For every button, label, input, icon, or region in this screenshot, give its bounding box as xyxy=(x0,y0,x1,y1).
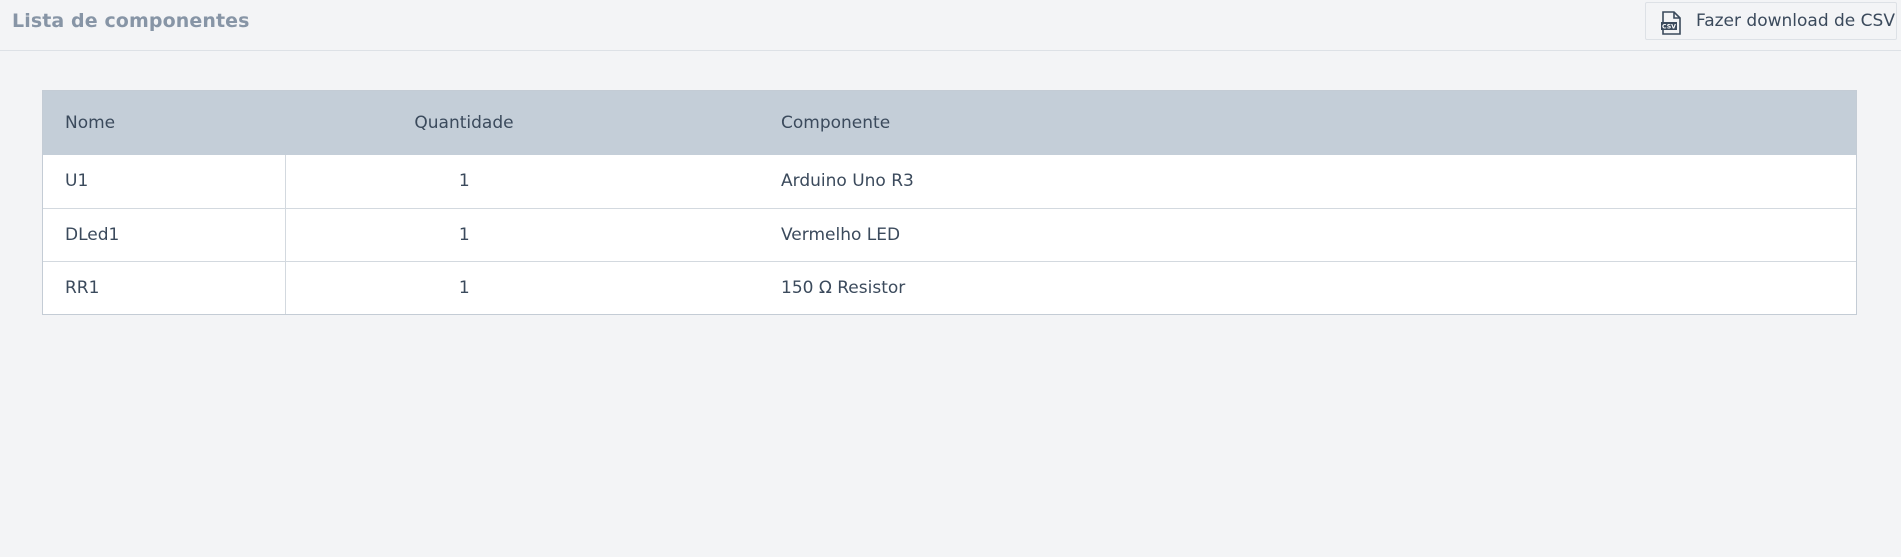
components-table: Nome Quantidade Componente U1 1 Arduino … xyxy=(42,90,1857,315)
table-row: RR1 1 150 Ω Resistor xyxy=(43,261,1856,314)
table-row: DLed1 1 Vermelho LED xyxy=(43,208,1856,261)
cell-component: Vermelho LED xyxy=(781,224,901,245)
table-row: U1 1 Arduino Uno R3 xyxy=(43,155,1856,208)
cell-quantity: 1 xyxy=(458,224,470,245)
cell-component: 150 Ω Resistor xyxy=(781,277,906,298)
column-header-componente: Componente xyxy=(781,113,891,133)
cell-name: RR1 xyxy=(43,261,286,314)
column-header-nome: Nome xyxy=(65,113,116,133)
cell-quantity: 1 xyxy=(458,277,470,298)
column-header-quantidade: Quantidade xyxy=(414,113,514,133)
page-title: Lista de componentes xyxy=(12,10,250,32)
cell-name: DLed1 xyxy=(43,208,286,261)
top-bar: Lista de componentes CSV Fazer download … xyxy=(0,0,1901,51)
svg-text:CSV: CSV xyxy=(1662,24,1676,31)
cell-component: Arduino Uno R3 xyxy=(781,171,914,192)
cell-name: U1 xyxy=(43,155,286,208)
download-csv-label: Fazer download de CSV xyxy=(1696,11,1895,31)
table-header-row: Nome Quantidade Componente xyxy=(43,91,1856,155)
cell-quantity: 1 xyxy=(458,171,470,192)
csv-file-icon: CSV xyxy=(1660,11,1682,35)
download-csv-button[interactable]: CSV Fazer download de CSV xyxy=(1645,2,1897,40)
